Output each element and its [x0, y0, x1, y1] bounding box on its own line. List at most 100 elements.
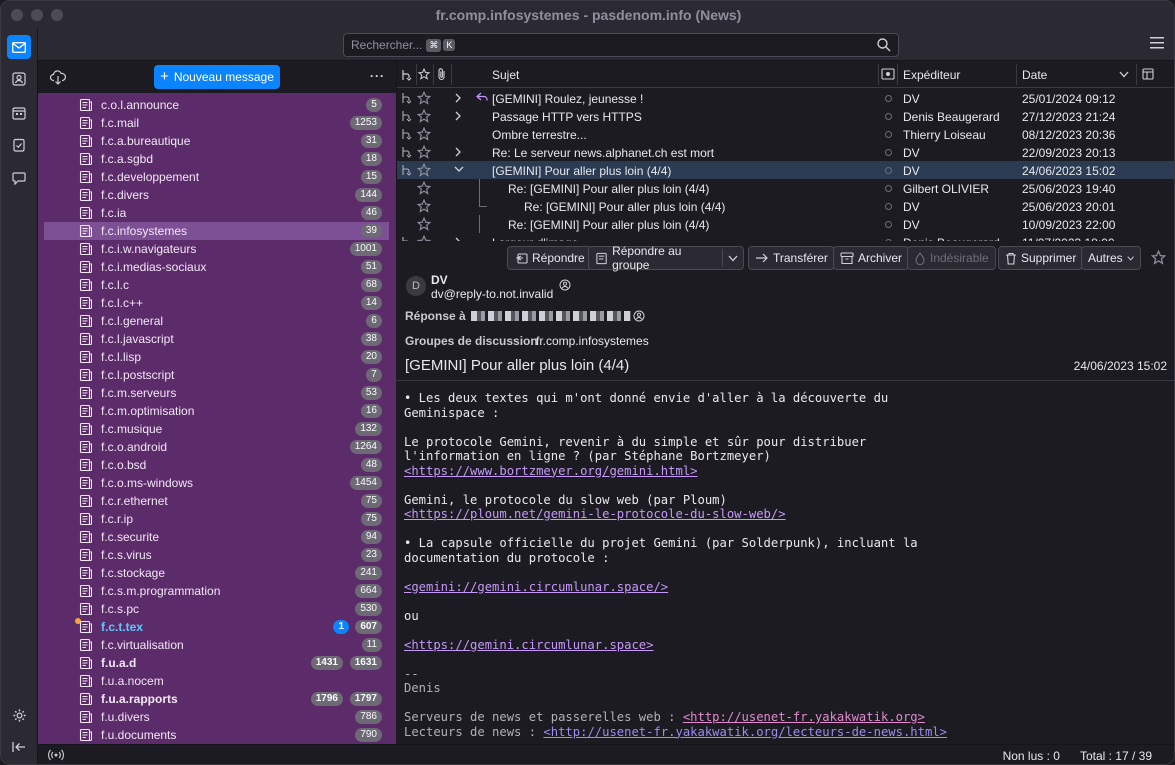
folder-item[interactable]: f.c.musique 132	[44, 420, 389, 438]
read-status-dot[interactable]	[885, 95, 892, 102]
star-icon[interactable]	[417, 145, 431, 159]
body-link[interactable]: <https://ploum.net/gemini-le-protocole-d…	[404, 507, 786, 521]
from-name[interactable]: DV	[431, 273, 448, 287]
folder-item[interactable]: f.c.o.android 1264	[44, 438, 389, 456]
newsgroups-value[interactable]: fr.comp.infosystemes	[536, 334, 649, 348]
folder-item[interactable]: f.u.a.nocem	[44, 672, 389, 690]
chevron-down-icon[interactable]	[454, 165, 464, 175]
online-status-icon[interactable]	[48, 748, 64, 762]
chevron-right-icon[interactable]	[454, 111, 464, 121]
folder-item[interactable]: f.c.developpement 15	[44, 168, 389, 186]
chat-button[interactable]	[7, 166, 31, 190]
folder-item[interactable]: f.c.a.sgbd 18	[44, 150, 389, 168]
collapse-spaces-button[interactable]	[7, 735, 31, 759]
minimize-window-button[interactable]	[31, 9, 43, 21]
tasks-button[interactable]	[7, 133, 31, 157]
body-link[interactable]: <gemini://gemini.circumlunar.space/>	[404, 580, 668, 594]
close-window-button[interactable]	[11, 9, 23, 21]
new-message-button[interactable]: + Nouveau message	[154, 65, 280, 89]
mail-space-button[interactable]	[7, 35, 31, 59]
reply-button[interactable]: Répondre	[507, 246, 592, 270]
search-icon[interactable]	[876, 37, 892, 53]
read-status-dot[interactable]	[885, 185, 892, 192]
folder-item[interactable]: f.c.i.w.navigateurs 1001	[44, 240, 389, 258]
add-contact-icon[interactable]	[559, 279, 571, 291]
folder-pane-more-button[interactable]: ···	[370, 69, 385, 83]
thread-row[interactable]: Re: [GEMINI] Pour aller plus loin (4/4) G…	[397, 179, 1174, 197]
folder-item[interactable]: f.c.securite 94	[44, 528, 389, 546]
folder-item[interactable]: f.c.o.ms-windows 1454	[44, 474, 389, 492]
search-input[interactable]: Rechercher... ⌘ K	[343, 33, 899, 57]
folder-item[interactable]: f.u.divers 786	[44, 708, 389, 726]
chevron-right-icon[interactable]	[454, 147, 464, 157]
thread-row[interactable]: [GEMINI] Pour aller plus loin (4/4) DV 24/…	[397, 161, 1174, 179]
from-email[interactable]: dv@reply-to.not.invalid	[431, 287, 553, 301]
folder-item[interactable]: f.c.ia 46	[44, 204, 389, 222]
forward-button[interactable]: Transférer	[748, 246, 835, 270]
folder-item[interactable]: f.c.l.c 68	[44, 276, 389, 294]
read-status-dot[interactable]	[885, 149, 892, 156]
zoom-window-button[interactable]	[51, 9, 63, 21]
chevron-down-icon[interactable]	[728, 255, 738, 262]
read-status-dot[interactable]	[885, 221, 892, 228]
folder-item[interactable]: c.o.l.announce 5	[44, 96, 389, 114]
calendar-button[interactable]	[7, 101, 31, 125]
star-icon[interactable]	[417, 91, 431, 105]
folder-item[interactable]: f.c.a.bureautique 31	[44, 132, 389, 150]
attachment-column-icon[interactable]	[437, 67, 447, 81]
folder-item[interactable]: f.c.t.tex 607 1	[44, 618, 389, 636]
folder-item[interactable]: f.c.m.serveurs 53	[44, 384, 389, 402]
folder-item[interactable]: f.c.l.c++ 14	[44, 294, 389, 312]
star-column-icon[interactable]	[418, 68, 430, 80]
star-icon[interactable]	[417, 199, 431, 213]
delete-button[interactable]: Supprimer	[998, 246, 1084, 270]
folder-item[interactable]: f.c.r.ip 75	[44, 510, 389, 528]
star-icon[interactable]	[417, 181, 431, 195]
folder-item[interactable]: f.c.s.m.programmation 664	[44, 582, 389, 600]
folder-item[interactable]: f.c.l.lisp 20	[44, 348, 389, 366]
thread-row[interactable]: [GEMINI] Roulez, jeunesse ! DV 25/01/2024 …	[397, 89, 1174, 107]
folder-item[interactable]: f.u.a.d 1631 1431	[44, 654, 389, 672]
settings-button[interactable]	[7, 703, 31, 727]
app-menu-icon[interactable]	[1150, 37, 1164, 49]
folder-item[interactable]: f.c.s.pc 530	[44, 600, 389, 618]
folder-item[interactable]: f.c.mail 1253	[44, 114, 389, 132]
folder-item[interactable]: f.c.stockage 241	[44, 564, 389, 582]
sender-column-header[interactable]: Expéditeur	[903, 68, 960, 82]
folder-item[interactable]: f.c.m.optimisation 16	[44, 402, 389, 420]
read-status-column-icon[interactable]	[881, 68, 895, 80]
read-status-dot[interactable]	[885, 167, 892, 174]
body-link[interactable]: <https://gemini.circumlunar.space>	[404, 638, 653, 652]
column-picker-icon[interactable]	[1142, 68, 1154, 80]
read-status-dot[interactable]	[885, 203, 892, 210]
star-icon[interactable]	[1151, 250, 1166, 265]
folder-item[interactable]: f.c.divers 144	[44, 186, 389, 204]
thread-row[interactable]: Largeur d'imageDenis Beaugerard11/07/202…	[397, 233, 1174, 241]
archive-button[interactable]: Archiver	[833, 246, 910, 270]
folder-item[interactable]: f.c.l.general 6	[44, 312, 389, 330]
subject-column-header[interactable]: Sujet	[492, 68, 519, 82]
get-messages-icon[interactable]	[50, 70, 66, 85]
star-icon[interactable]	[417, 163, 431, 177]
folder-item[interactable]: f.c.l.javascript 38	[44, 330, 389, 348]
folder-item[interactable]: f.c.s.virus 23	[44, 546, 389, 564]
thread-column-icon[interactable]	[401, 69, 412, 81]
chevron-right-icon[interactable]	[454, 93, 464, 103]
folder-item[interactable]: f.c.infosystemes 39	[44, 222, 389, 240]
more-actions-button[interactable]: Autres	[1081, 246, 1141, 270]
folder-item[interactable]: f.c.r.ethernet 75	[44, 492, 389, 510]
reply-group-button[interactable]: Répondre au groupe	[588, 244, 744, 272]
folder-item[interactable]: f.c.l.postscript 7	[44, 366, 389, 384]
add-contact-icon[interactable]	[633, 310, 645, 322]
body-link[interactable]: <https://www.bortzmeyer.org/gemini.html>	[404, 464, 698, 478]
star-icon[interactable]	[417, 217, 431, 231]
address-book-button[interactable]	[7, 67, 31, 91]
thread-row[interactable]: Re: [GEMINI] Pour aller plus loin (4/4) D…	[397, 215, 1174, 233]
thread-row[interactable]: Ombre terrestre... Thierry Loiseau 08/12/2…	[397, 125, 1174, 143]
thread-row[interactable]: Passage HTTP vers HTTPS Denis Beaugerard 2…	[397, 107, 1174, 125]
folder-item[interactable]: f.u.documents 790	[44, 726, 389, 744]
star-icon[interactable]	[417, 109, 431, 123]
folder-item[interactable]: f.c.virtualisation 11	[44, 636, 389, 654]
signature-link[interactable]: <http://usenet-fr.yakakwatik.org>	[683, 710, 925, 724]
read-status-dot[interactable]	[885, 113, 892, 120]
